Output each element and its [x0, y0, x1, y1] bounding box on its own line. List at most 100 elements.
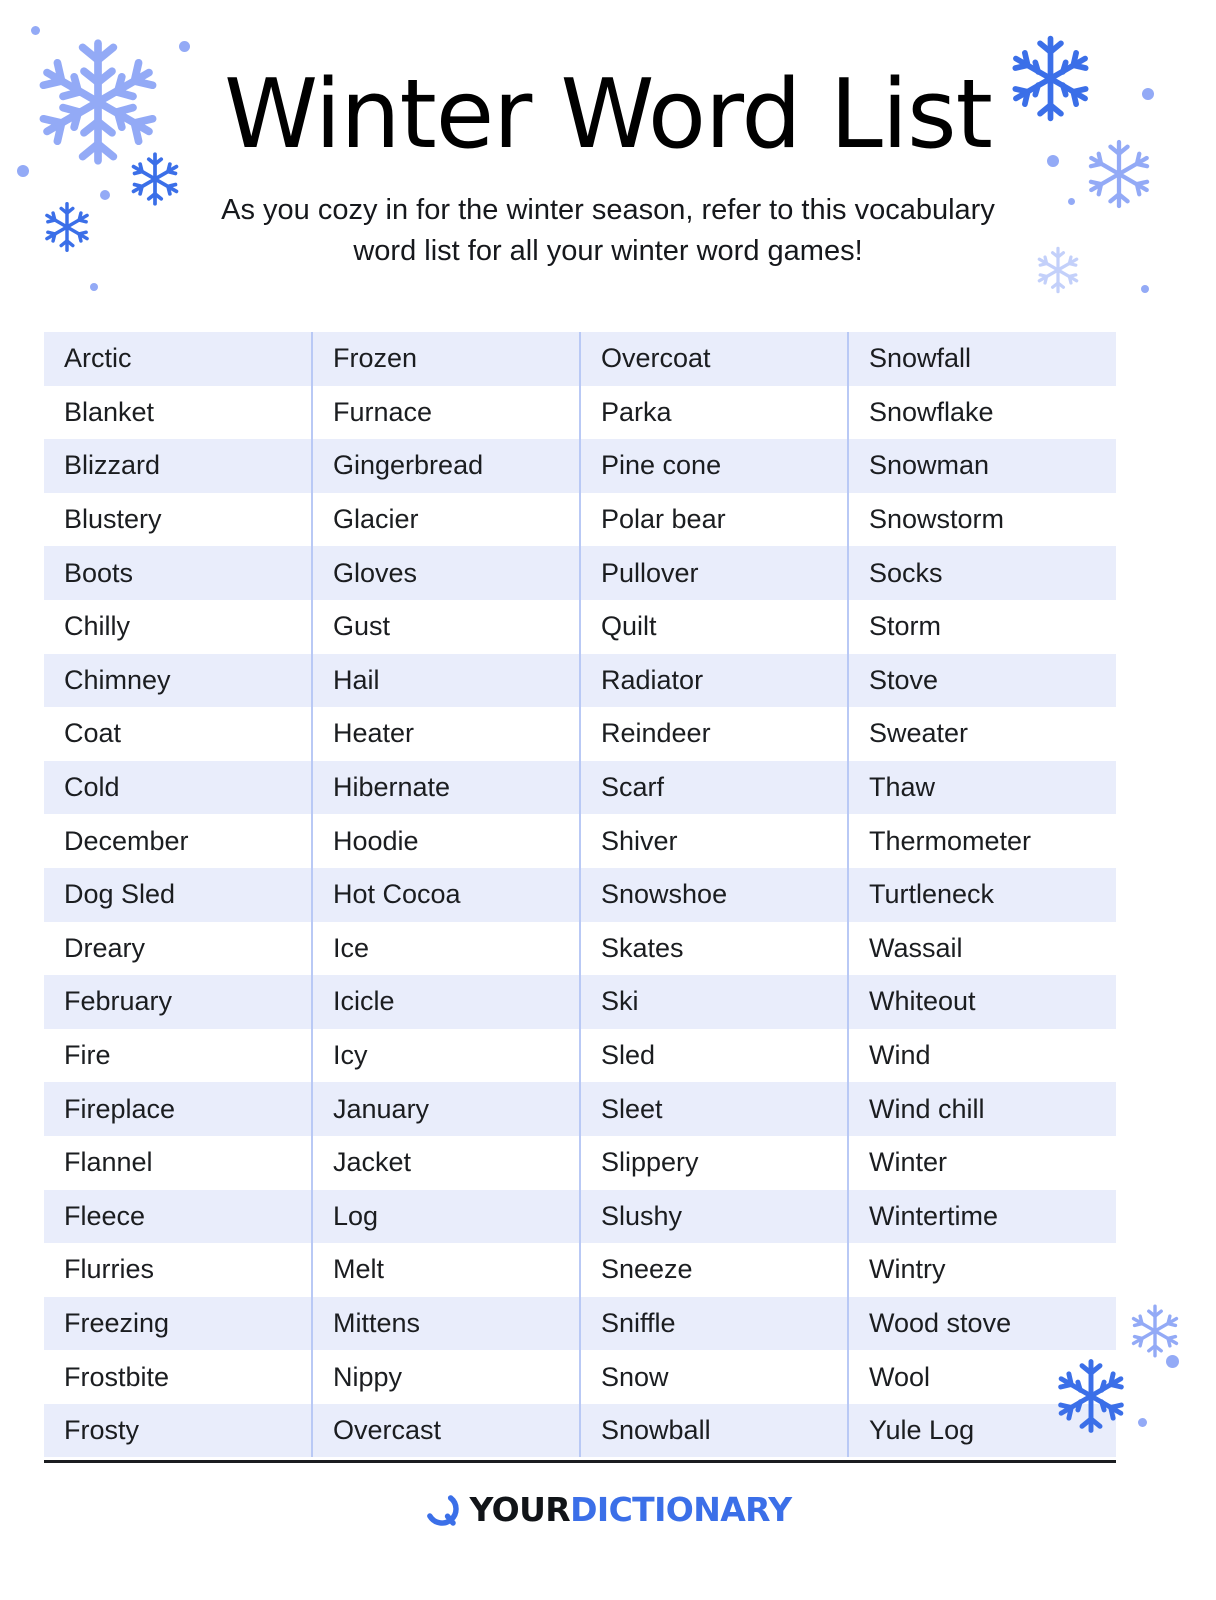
word-cell: Blustery: [44, 492, 313, 547]
word-cell: Shiver: [580, 814, 849, 868]
word-cell: Coat: [44, 707, 313, 761]
word-cell: Fleece: [44, 1189, 313, 1244]
table-row: Blanket Furnace Parka Snowflake: [44, 385, 1116, 440]
snowflake-icon: [1131, 1304, 1179, 1358]
word-list-body: Arctic Frozen Overcoat Snowfall Blanket Furn…: [44, 332, 1116, 1458]
word-cell: Parka: [580, 385, 849, 440]
word-cell: Chilly: [44, 599, 313, 654]
logo-text-your: YOUR: [469, 1489, 571, 1529]
word-cell: Ice: [312, 921, 581, 976]
word-cell: Snowstorm: [848, 492, 1116, 547]
word-cell: Blanket: [44, 385, 313, 440]
word-cell: Nippy: [312, 1350, 581, 1404]
word-list-table-container: Arctic Frozen Overcoat Snowfall Blanket Furn…: [44, 332, 1116, 1458]
table-row: Dreary Ice Skates Wassail: [44, 921, 1116, 976]
word-cell: Turtleneck: [848, 867, 1116, 922]
table-row: Fleece Log Slushy Wintertime: [44, 1189, 1116, 1244]
table-row: Arctic Frozen Overcoat Snowfall: [44, 332, 1116, 386]
word-cell: Wool: [848, 1350, 1116, 1404]
word-cell: January: [312, 1082, 581, 1136]
word-cell: December: [44, 814, 313, 868]
word-cell: Log: [312, 1189, 581, 1244]
word-cell: Sneeze: [580, 1243, 849, 1297]
table-row: Flurries Melt Sneeze Wintry: [44, 1243, 1116, 1297]
word-cell: Wintry: [848, 1243, 1116, 1297]
word-cell: Wind chill: [848, 1082, 1116, 1136]
table-bottom-rule: [44, 1460, 1116, 1463]
word-cell: Jacket: [312, 1135, 581, 1190]
word-cell: Whiteout: [848, 975, 1116, 1029]
table-row: Boots Gloves Pullover Socks: [44, 546, 1116, 600]
word-cell: Arctic: [44, 332, 313, 386]
word-cell: Thaw: [848, 760, 1116, 815]
word-cell: Cold: [44, 760, 313, 815]
word-cell: Icicle: [312, 975, 581, 1029]
table-row: Blustery Glacier Polar bear Snowstorm: [44, 492, 1116, 547]
word-cell: Reindeer: [580, 707, 849, 761]
word-cell: Thermometer: [848, 814, 1116, 868]
page-subtitle: As you cozy in for the winter season, re…: [0, 190, 1216, 272]
table-row: Blizzard Gingerbread Pine cone Snowman: [44, 439, 1116, 493]
snow-dot-icon: [90, 283, 98, 291]
word-cell: Frozen: [312, 332, 581, 386]
word-cell: Glacier: [312, 492, 581, 547]
word-cell: February: [44, 975, 313, 1029]
word-cell: Freezing: [44, 1296, 313, 1351]
word-cell: Gingerbread: [312, 439, 581, 493]
word-cell: Socks: [848, 546, 1116, 600]
word-cell: Hot Cocoa: [312, 867, 581, 922]
word-cell: Pine cone: [580, 439, 849, 493]
word-cell: Dreary: [44, 921, 313, 976]
snow-dot-icon: [1166, 1355, 1179, 1368]
winter-word-list-page: Winter Word List As you cozy in for the …: [0, 0, 1216, 1600]
word-cell: Sled: [580, 1028, 849, 1083]
snow-dot-icon: [1141, 285, 1149, 293]
word-cell: Snowshoe: [580, 867, 849, 922]
word-cell: Wassail: [848, 921, 1116, 976]
table-row: Chimney Hail Radiator Stove: [44, 653, 1116, 708]
word-cell: Quilt: [580, 599, 849, 654]
word-cell: Fire: [44, 1028, 313, 1083]
word-cell: Dog Sled: [44, 867, 313, 922]
snow-dot-icon: [1138, 1418, 1147, 1427]
footer-logo[interactable]: YOURDICTIONARY: [0, 1492, 1216, 1526]
word-cell: Overcoat: [580, 332, 849, 386]
word-cell: Snowfall: [848, 332, 1116, 386]
table-row: February Icicle Ski Whiteout: [44, 975, 1116, 1029]
table-row: Chilly Gust Quilt Storm: [44, 599, 1116, 654]
word-cell: Snowflake: [848, 385, 1116, 440]
word-cell: Hail: [312, 653, 581, 708]
word-cell: Gloves: [312, 546, 581, 600]
word-cell: Pullover: [580, 546, 849, 600]
table-row: Frosty Overcast Snowball Yule Log: [44, 1403, 1116, 1458]
word-cell: Overcast: [312, 1403, 581, 1458]
word-cell: Fireplace: [44, 1082, 313, 1136]
word-cell: Snowball: [580, 1403, 849, 1458]
subtitle-line-2: word list for all your winter word games…: [353, 234, 863, 267]
table-row: Flannel Jacket Slippery Winter: [44, 1135, 1116, 1190]
word-cell: Flannel: [44, 1135, 313, 1190]
word-cell: Stove: [848, 653, 1116, 708]
word-cell: Mittens: [312, 1296, 581, 1351]
word-cell: Sweater: [848, 707, 1116, 761]
table-row: Cold Hibernate Scarf Thaw: [44, 760, 1116, 815]
word-cell: Wintertime: [848, 1189, 1116, 1244]
word-cell: Heater: [312, 707, 581, 761]
subtitle-line-1: As you cozy in for the winter season, re…: [221, 193, 995, 226]
word-cell: Slushy: [580, 1189, 849, 1244]
word-cell: Skates: [580, 921, 849, 976]
word-cell: Frostbite: [44, 1350, 313, 1404]
word-cell: Scarf: [580, 760, 849, 815]
page-title: Winter Word List: [224, 60, 993, 170]
word-list-table: Arctic Frozen Overcoat Snowfall Blanket Furn…: [44, 332, 1116, 1458]
word-cell: Snowman: [848, 439, 1116, 493]
word-cell: Snow: [580, 1350, 849, 1404]
word-cell: Ski: [580, 975, 849, 1029]
q-circle-icon: [426, 1495, 459, 1526]
word-cell: Hibernate: [312, 760, 581, 815]
table-row: Fireplace January Sleet Wind chill: [44, 1082, 1116, 1136]
page-header: Winter Word List As you cozy in for the …: [0, 0, 1216, 272]
word-cell: Polar bear: [580, 492, 849, 547]
word-cell: Radiator: [580, 653, 849, 708]
word-cell: Icy: [312, 1028, 581, 1083]
